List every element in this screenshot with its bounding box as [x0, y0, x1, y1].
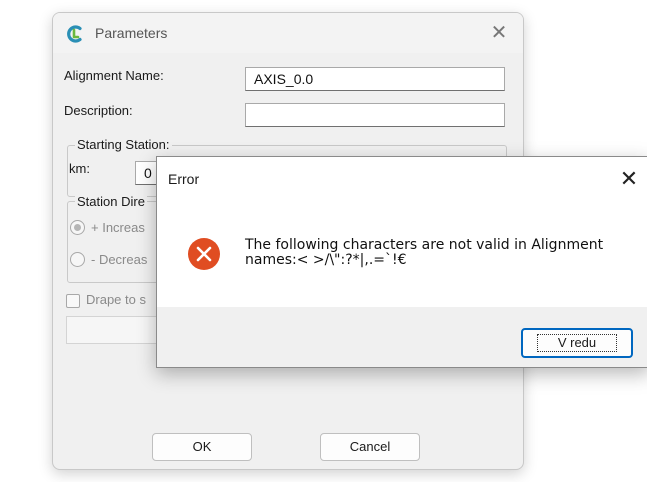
increase-label: + Increas [91, 220, 145, 235]
description-input[interactable] [245, 103, 505, 127]
parameters-titlebar[interactable]: Parameters ✕ [53, 13, 523, 53]
starting-station-title: Starting Station: [75, 137, 172, 152]
increase-radio[interactable] [70, 220, 85, 235]
error-body: The following characters are not valid i… [157, 201, 647, 307]
error-title: Error [168, 171, 200, 187]
error-ok-label: V redu [536, 334, 618, 352]
error-message: The following characters are not valid i… [245, 237, 604, 268]
error-x-icon [188, 238, 220, 270]
error-titlebar[interactable]: Error ✕ [157, 157, 647, 201]
alignment-name-label: Alignment Name: [64, 68, 164, 83]
description-label: Description: [64, 103, 133, 118]
app-logo-icon [67, 25, 82, 43]
error-ok-button[interactable]: V redu [521, 328, 633, 358]
alignment-name-input[interactable]: AXIS_0.0 [245, 67, 505, 91]
cancel-button[interactable]: Cancel [320, 433, 420, 461]
decrease-radio[interactable] [70, 252, 85, 267]
decrease-label: - Decreas [91, 252, 148, 267]
error-dialog: Error ✕ The following characters are not… [156, 156, 647, 368]
km-label: km: [69, 161, 90, 176]
parameters-close-icon[interactable]: ✕ [485, 19, 513, 47]
station-direction-title: Station Dire [75, 194, 147, 209]
parameters-title: Parameters [95, 25, 168, 41]
drape-checkbox[interactable] [66, 294, 80, 308]
error-close-icon[interactable]: ✕ [613, 163, 645, 195]
ok-button[interactable]: OK [152, 433, 252, 461]
error-footer: V redu [157, 307, 647, 367]
drape-label: Drape to s [86, 292, 146, 307]
